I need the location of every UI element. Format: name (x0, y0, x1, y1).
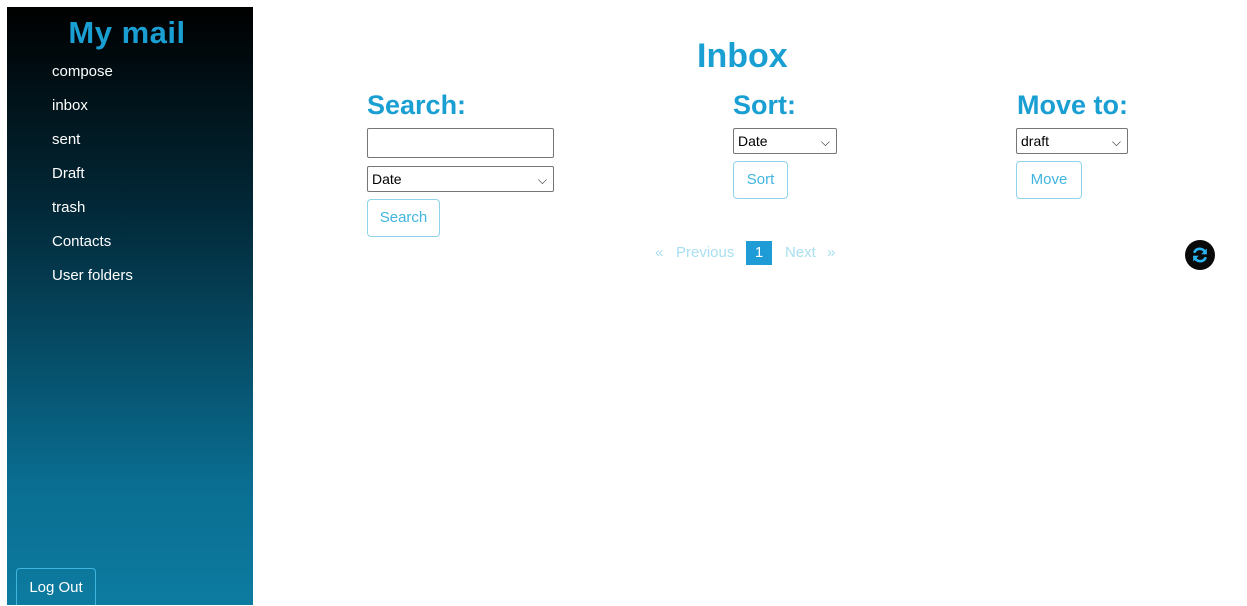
sidebar-nav: compose inbox sent Draft trash Contacts … (52, 63, 133, 301)
pagination-previous[interactable]: Previous (676, 241, 734, 265)
search-input[interactable] (367, 128, 554, 158)
sort-button[interactable]: Sort (733, 161, 788, 199)
sidebar: My mail compose inbox sent Draft trash C… (7, 7, 253, 605)
pagination-next[interactable]: Next (785, 241, 816, 265)
sidebar-item-inbox[interactable]: inbox (52, 97, 133, 131)
sort-label: Sort: (733, 90, 796, 120)
sidebar-item-trash[interactable]: trash (52, 199, 133, 233)
sidebar-item-contacts[interactable]: Contacts (52, 233, 133, 267)
search-button[interactable]: Search (367, 199, 440, 237)
refresh-icon (1193, 247, 1207, 263)
chevron-down-icon: ⌵ (820, 135, 830, 149)
sidebar-item-user-folders[interactable]: User folders (52, 267, 133, 301)
chevron-down-icon: ⌵ (537, 173, 547, 187)
search-label: Search: (367, 90, 467, 120)
pagination: « Previous 1 Next » (655, 241, 855, 265)
move-to-select-value: draft (1021, 133, 1050, 149)
sort-select[interactable]: Date ⌵ (733, 128, 837, 154)
move-button[interactable]: Move (1016, 161, 1082, 199)
refresh-button[interactable] (1185, 240, 1215, 270)
pagination-next-arrow[interactable]: » (827, 241, 835, 265)
search-field-select-value: Date (372, 171, 402, 187)
move-to-label: Move to: (1017, 90, 1128, 120)
pagination-prev-arrow[interactable]: « (655, 241, 663, 265)
search-field-select[interactable]: Date ⌵ (367, 166, 554, 192)
sidebar-item-compose[interactable]: compose (52, 63, 133, 97)
logout-button[interactable]: Log Out (16, 568, 96, 605)
sidebar-item-draft[interactable]: Draft (52, 165, 133, 199)
brand-title: My mail (68, 15, 186, 50)
sidebar-item-sent[interactable]: sent (52, 131, 133, 165)
sort-select-value: Date (738, 133, 768, 149)
chevron-down-icon: ⌵ (1111, 135, 1121, 149)
page-title: Inbox (697, 37, 788, 75)
move-to-select[interactable]: draft ⌵ (1016, 128, 1128, 154)
pagination-page-current[interactable]: 1 (746, 241, 772, 265)
